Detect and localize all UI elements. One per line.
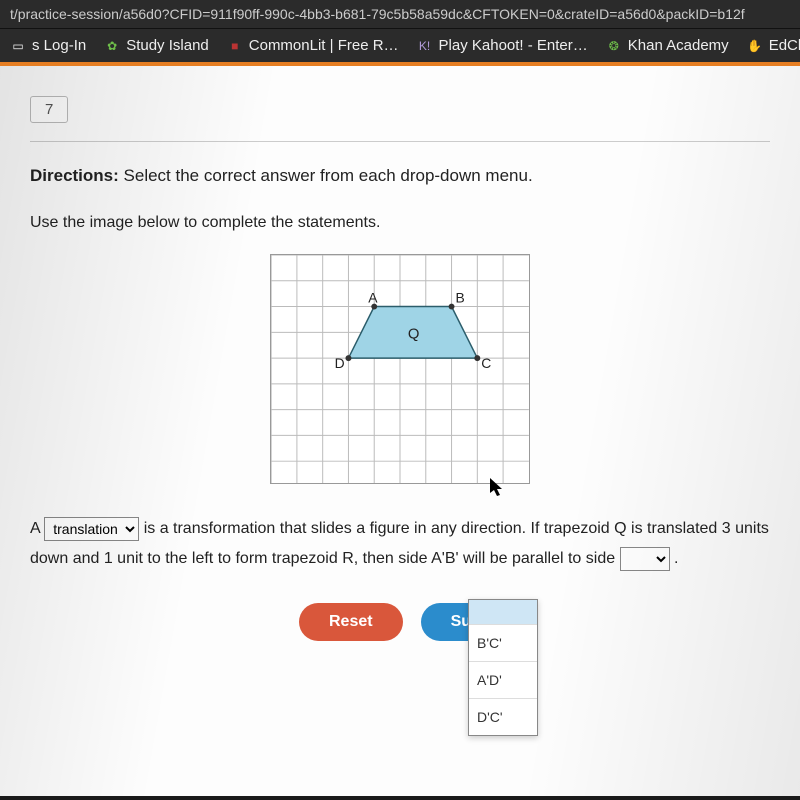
vertex-d-label: D xyxy=(335,355,345,371)
k-icon: K! xyxy=(417,38,433,54)
parallel-side-select[interactable] xyxy=(620,547,670,571)
dropdown-option-bc[interactable]: B'C' xyxy=(469,624,537,661)
dropdown-option-dc[interactable]: D'C' xyxy=(469,698,537,735)
prompt-text: Use the image below to complete the stat… xyxy=(30,214,770,232)
bookmark-khan[interactable]: ❂ Khan Academy xyxy=(606,37,729,54)
vertex-b-label: B xyxy=(456,290,465,306)
bookmark-label: Khan Academy xyxy=(628,37,729,54)
vertex-a-label: A xyxy=(368,290,378,306)
divider xyxy=(30,141,770,142)
directions-text: Select the correct answer from each drop… xyxy=(124,166,533,185)
question-number: 7 xyxy=(45,101,53,118)
hand-icon: ✋ xyxy=(747,38,763,54)
dropdown-option-ad[interactable]: A'D' xyxy=(469,661,537,698)
directions-label: Directions: xyxy=(30,166,119,185)
figure-container: A B C D Q xyxy=(30,254,770,484)
tree-icon: ✿ xyxy=(104,38,120,54)
bookmark-login[interactable]: ▭ s Log-In xyxy=(10,37,86,54)
statement-text-3: . xyxy=(674,550,678,567)
page-icon: ▭ xyxy=(10,38,26,54)
reset-button[interactable]: Reset xyxy=(299,603,403,641)
bookmark-kahoot[interactable]: K! Play Kahoot! - Enter… xyxy=(417,37,588,54)
button-row: Reset Su B'C' A'D' D'C' xyxy=(30,603,770,641)
address-bar[interactable]: t/practice-session/a56d0?CFID=911f90ff-9… xyxy=(0,0,800,28)
bookmark-label: CommonLit | Free R… xyxy=(249,37,399,54)
bookmark-label: EdClub xyxy=(769,37,800,54)
transformation-select[interactable]: translation xyxy=(44,517,139,541)
url-text: t/practice-session/a56d0?CFID=911f90ff-9… xyxy=(10,6,745,22)
bookmarks-bar: ▭ s Log-In ✿ Study Island ■ CommonLit | … xyxy=(0,28,800,62)
question-page: 7 Directions: Select the correct answer … xyxy=(0,66,800,796)
reset-label: Reset xyxy=(329,613,373,630)
bookmark-label: Study Island xyxy=(126,37,209,54)
shape-q-label: Q xyxy=(408,326,420,342)
parallel-side-dropdown-popover: B'C' A'D' D'C' xyxy=(468,599,538,736)
bookmark-label: s Log-In xyxy=(32,37,86,54)
bookmark-edclub[interactable]: ✋ EdClub xyxy=(747,37,800,54)
directions-line: Directions: Select the correct answer fr… xyxy=(30,166,770,186)
vertex-c-label: C xyxy=(481,355,491,371)
statement-text-1: A xyxy=(30,520,44,537)
page-icon: ■ xyxy=(227,38,243,54)
leaf-icon: ❂ xyxy=(606,38,622,54)
trapezoid-figure: A B C D Q xyxy=(270,254,530,484)
dropdown-option-blank[interactable] xyxy=(469,600,537,624)
statement-paragraph: A translation is a transformation that s… xyxy=(30,514,770,575)
bookmark-label: Play Kahoot! - Enter… xyxy=(439,37,588,54)
question-number-badge: 7 xyxy=(30,96,68,123)
bookmark-commonlit[interactable]: ■ CommonLit | Free R… xyxy=(227,37,399,54)
bookmark-study-island[interactable]: ✿ Study Island xyxy=(104,37,209,54)
